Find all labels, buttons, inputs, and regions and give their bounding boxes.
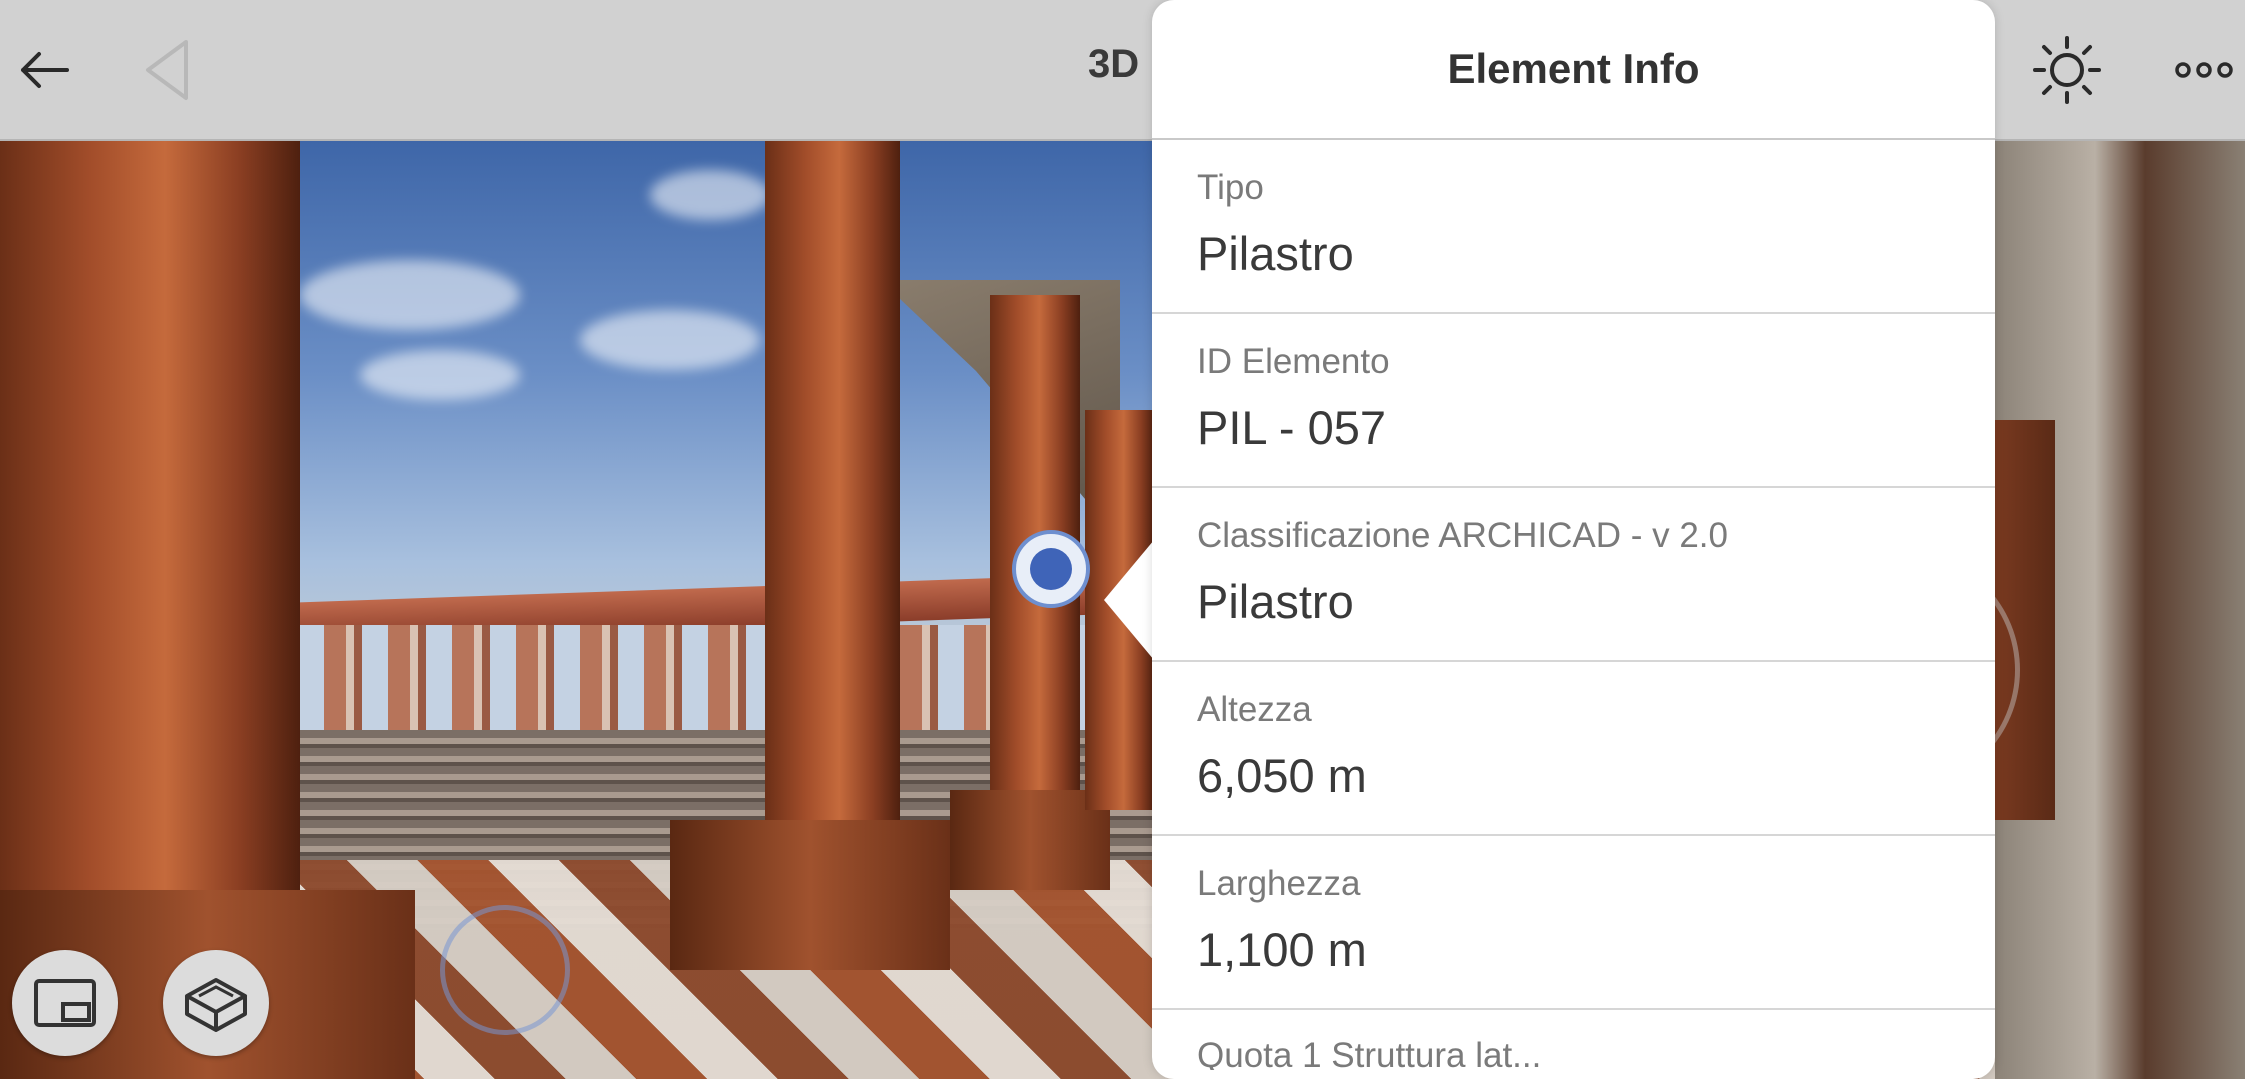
- sun-icon: [2033, 36, 2101, 104]
- back-button[interactable]: [0, 25, 90, 115]
- selection-pin-dot: [1030, 548, 1072, 590]
- info-label: ID Elemento: [1197, 342, 1390, 381]
- info-value: 6,050 m: [1197, 749, 1367, 802]
- popover-title: Element Info: [1447, 45, 1700, 92]
- cloud: [300, 260, 520, 330]
- lighting-button[interactable]: [2022, 25, 2112, 115]
- view-toggle-button[interactable]: [12, 950, 118, 1056]
- info-row-larghezza: Larghezza 1,100 m: [1152, 836, 1995, 1010]
- info-row-tipo: Tipo Pilastro: [1152, 140, 1995, 314]
- info-row-classificazione: Classificazione ARCHICAD - v 2.0 Pilastr…: [1152, 488, 1995, 662]
- info-value: Pilastro: [1197, 575, 1354, 628]
- info-value: PIL - 057: [1197, 401, 1386, 454]
- info-label: Quota 1 Struttura lat...: [1197, 1036, 1542, 1070]
- more-horizontal-icon: [2175, 62, 2233, 78]
- info-value: 1,100 m: [1197, 923, 1367, 976]
- info-row-altezza: Altezza 6,050 m: [1152, 662, 1995, 836]
- info-row-partial: Quota 1 Struttura lat...: [1152, 1010, 1995, 1070]
- model-view-button[interactable]: [163, 950, 269, 1056]
- move-joystick[interactable]: [440, 905, 570, 1035]
- right-wall: [1995, 140, 2245, 1079]
- element-info-popover: Element Info Tipo Pilastro ID Elemento P…: [1152, 0, 1995, 1079]
- column-base: [670, 820, 950, 970]
- column: [0, 140, 300, 920]
- info-label: Altezza: [1197, 690, 1312, 729]
- cloud: [580, 310, 760, 370]
- info-label: Classificazione ARCHICAD - v 2.0: [1197, 516, 1728, 555]
- cloud: [650, 170, 770, 220]
- more-button[interactable]: [2164, 25, 2244, 115]
- selection-pin[interactable]: [1012, 530, 1090, 608]
- info-value: Pilastro: [1197, 227, 1354, 280]
- info-row-id-elemento: ID Elemento PIL - 057: [1152, 314, 1995, 488]
- column: [765, 140, 900, 830]
- cloud: [360, 350, 520, 400]
- info-label: Larghezza: [1197, 864, 1361, 903]
- 3d-box-icon: [185, 978, 247, 1032]
- picture-in-picture-icon: [34, 979, 96, 1027]
- popover-header: Element Info: [1152, 0, 1995, 140]
- popover-arrow: [1104, 540, 1154, 660]
- previous-view-button[interactable]: [122, 25, 212, 115]
- arrow-left-icon: [21, 52, 69, 88]
- triangle-left-icon: [146, 40, 188, 100]
- info-label: Tipo: [1197, 168, 1264, 207]
- view-title: 3D: [1088, 42, 1140, 86]
